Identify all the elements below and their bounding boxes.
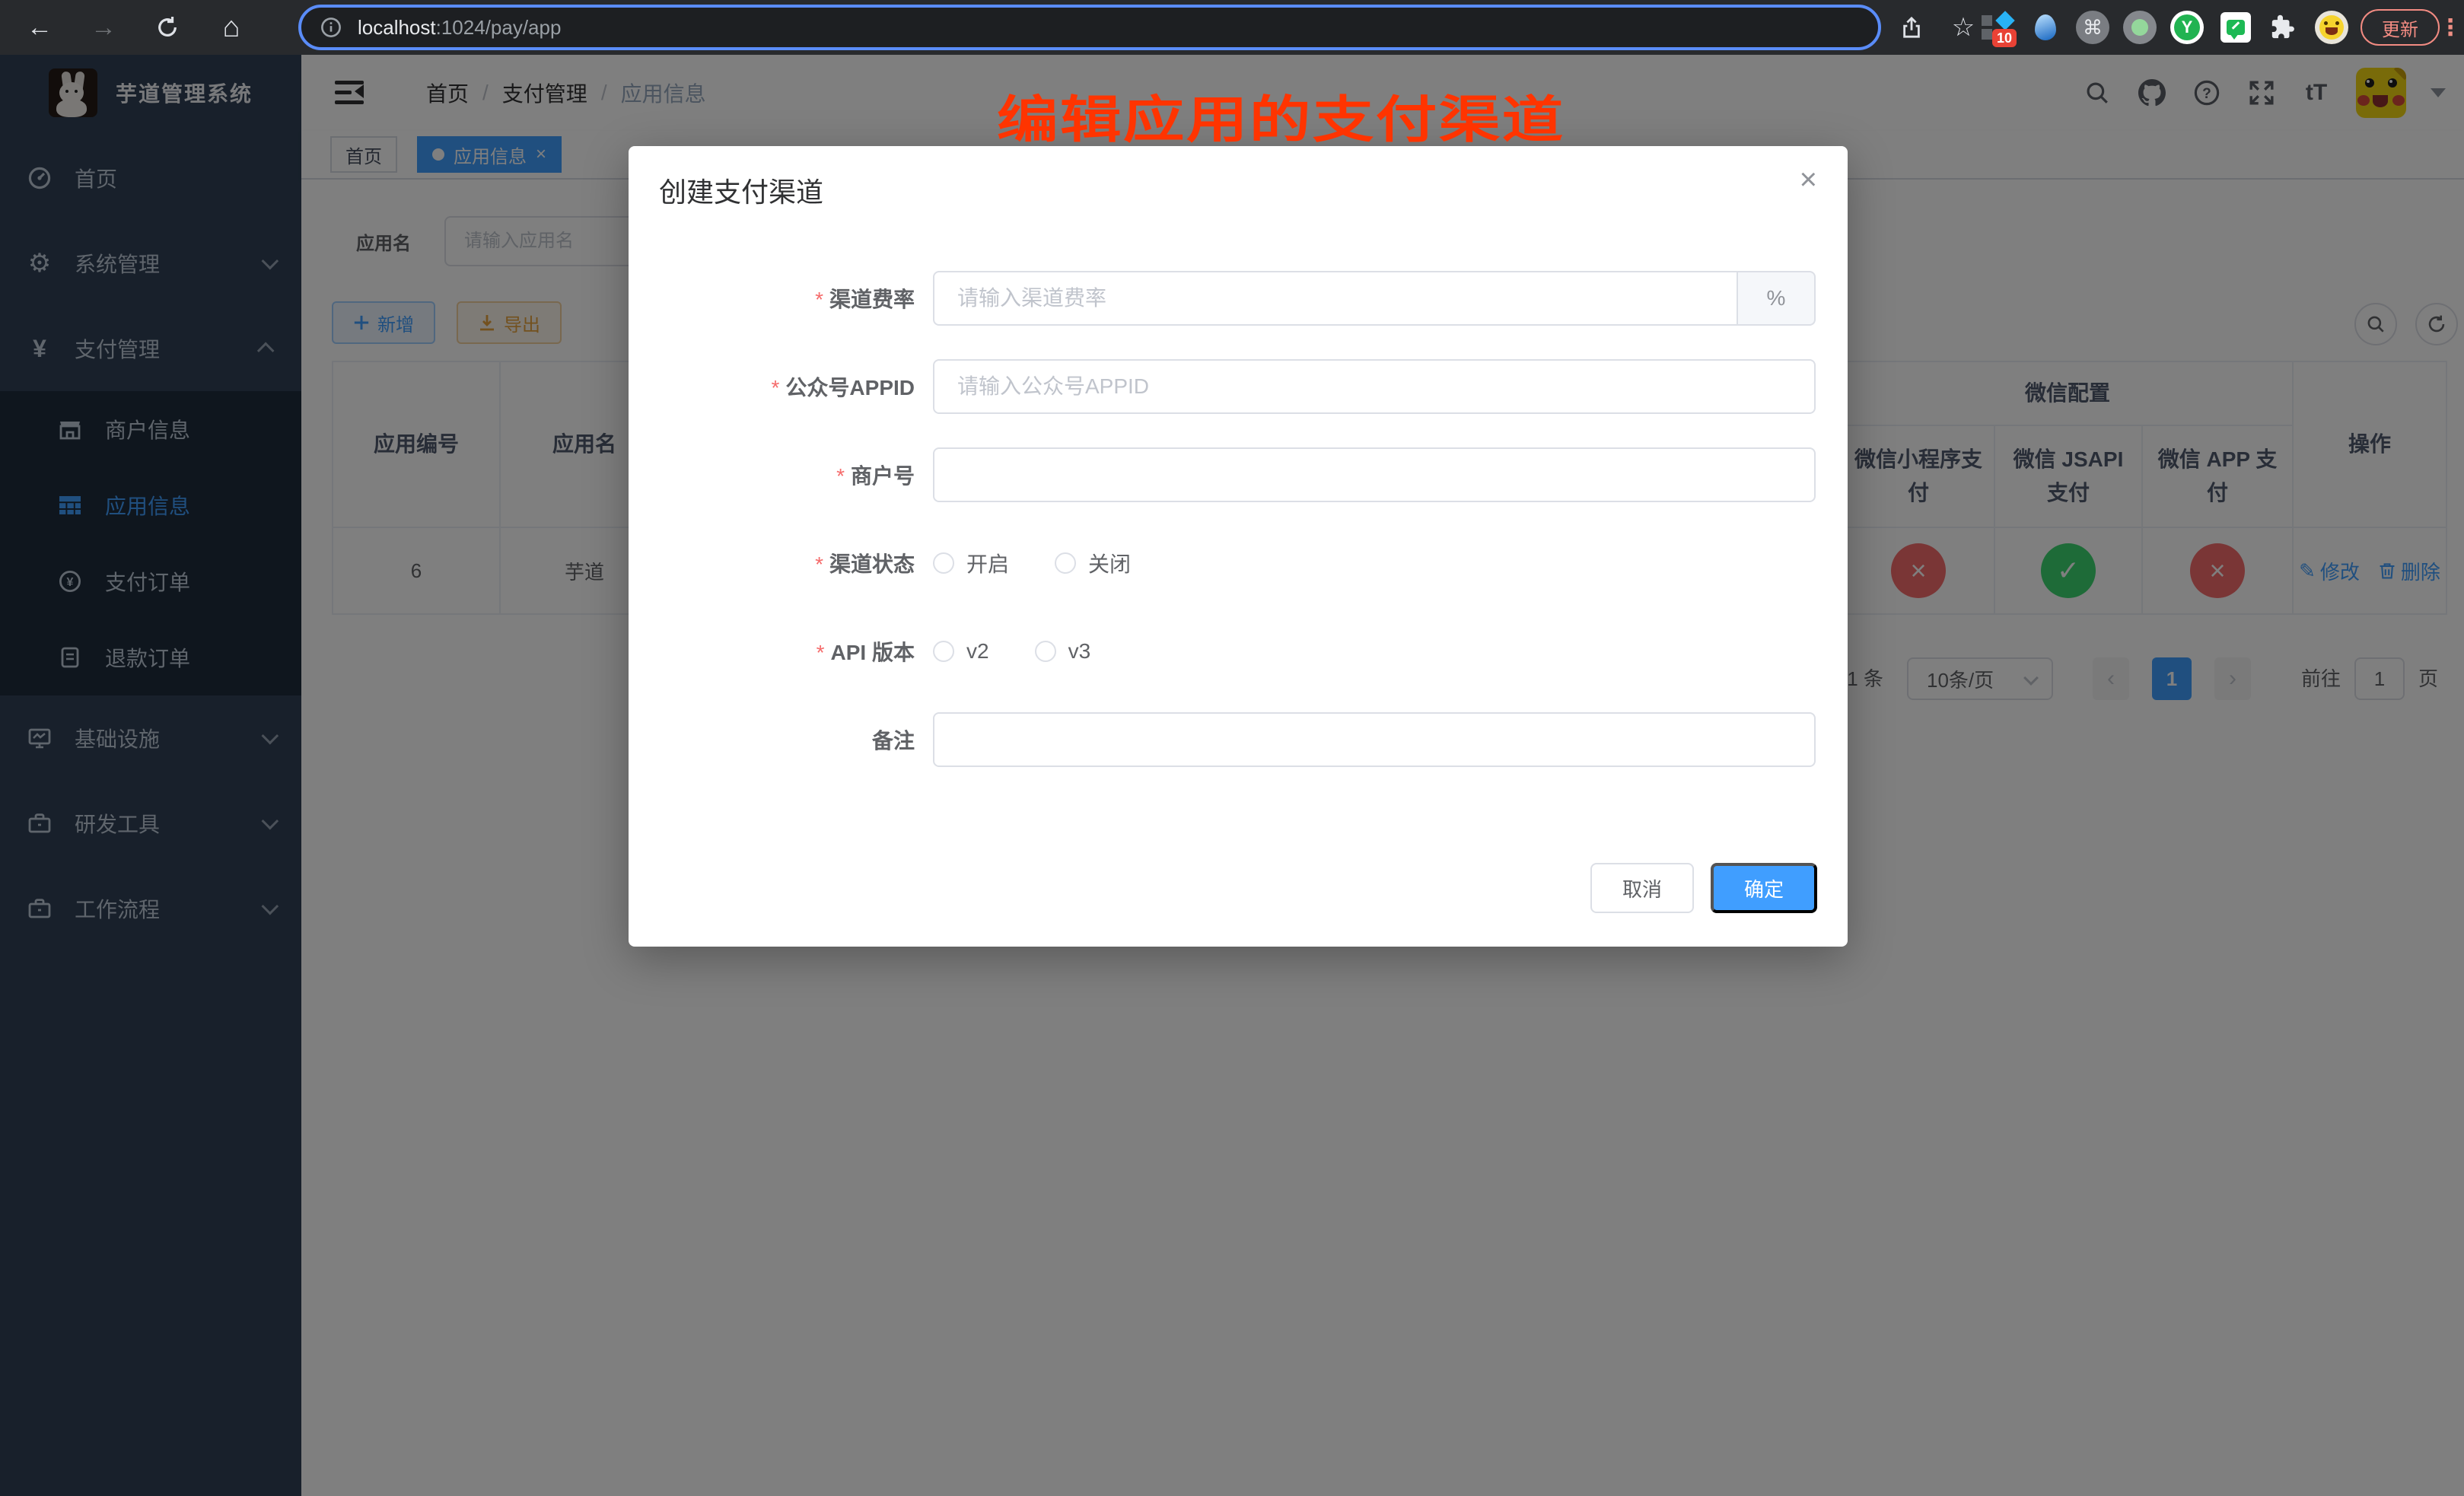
form-item-api-version: *API 版本 v2 v3 xyxy=(629,624,1816,679)
radio-circle-icon xyxy=(1055,552,1076,574)
api-v2-radio[interactable]: v2 xyxy=(933,639,989,664)
extension-chat-icon[interactable] xyxy=(2217,9,2254,46)
form-item-rate: *渠道费率 % xyxy=(629,271,1816,326)
radio-circle-icon xyxy=(1035,641,1056,662)
browser-reload-icon[interactable] xyxy=(149,9,186,46)
extension-y-icon[interactable]: Y xyxy=(2169,9,2205,46)
appid-label: 公众号APPID xyxy=(785,376,915,399)
radio-circle-icon xyxy=(933,552,954,574)
form-item-remark: 备注 xyxy=(629,712,1816,767)
form-item-appid: *公众号APPID xyxy=(629,359,1816,414)
rate-input[interactable] xyxy=(933,271,1738,326)
dialog-title: 创建支付渠道 xyxy=(659,170,823,210)
merchant-input[interactable] xyxy=(933,447,1816,502)
remark-label: 备注 xyxy=(872,729,915,753)
extension-grid-icon[interactable]: 10 xyxy=(1979,9,2015,46)
rate-suffix: % xyxy=(1738,271,1816,326)
extension-command-icon[interactable]: ⌘ xyxy=(2074,9,2111,46)
remark-input[interactable] xyxy=(933,712,1816,767)
extension-balloon-icon[interactable] xyxy=(2027,9,2064,46)
status-on-radio[interactable]: 开启 xyxy=(933,548,1009,578)
url-path: :1024/pay/app xyxy=(436,16,562,39)
rate-label: 渠道费率 xyxy=(829,288,915,311)
annotation-text: 编辑应用的支付渠道 xyxy=(997,79,1565,152)
browser-forward-icon[interactable]: → xyxy=(85,9,122,46)
profile-avatar-icon[interactable] xyxy=(2313,9,2350,46)
address-bar[interactable]: localhost:1024/pay/app xyxy=(298,5,1881,50)
radio-circle-icon xyxy=(933,641,954,662)
browser-update-button[interactable]: 更新 xyxy=(2361,9,2440,46)
status-label: 渠道状态 xyxy=(829,552,915,576)
url-host: localhost xyxy=(358,16,436,39)
site-info-icon[interactable] xyxy=(320,16,342,39)
extension-dot-icon[interactable] xyxy=(2122,9,2158,46)
status-off-radio[interactable]: 关闭 xyxy=(1055,548,1131,578)
api-version-label: API 版本 xyxy=(831,641,915,664)
share-icon[interactable] xyxy=(1893,9,1930,46)
dialog-close-icon[interactable]: × xyxy=(1800,164,1817,195)
dialog-footer: 取消 确定 xyxy=(1590,863,1817,913)
confirm-button[interactable]: 确定 xyxy=(1711,863,1817,913)
dialog-form: *渠道费率 % *公众号APPID *商户号 xyxy=(629,271,1816,801)
appid-input[interactable] xyxy=(933,359,1816,414)
extension-badge: 10 xyxy=(1992,29,2017,47)
screen: ← → ⌂ localhost:1024/pay/app ☆ 10 xyxy=(0,0,2464,1496)
extensions-puzzle-icon[interactable] xyxy=(2265,9,2301,46)
browser-back-icon[interactable]: ← xyxy=(21,9,58,46)
cancel-button[interactable]: 取消 xyxy=(1590,863,1694,913)
api-v3-radio[interactable]: v3 xyxy=(1035,639,1091,664)
browser-toolbar: ← → ⌂ localhost:1024/pay/app ☆ 10 xyxy=(0,0,2464,55)
form-item-merchant: *商户号 xyxy=(629,447,1816,502)
browser-menu-icon[interactable]: ⋮ xyxy=(2440,9,2461,46)
bookmark-star-icon[interactable]: ☆ xyxy=(1945,9,1982,46)
browser-home-icon[interactable]: ⌂ xyxy=(213,9,250,46)
merchant-label: 商户号 xyxy=(851,464,915,488)
form-item-status: *渠道状态 开启 关闭 xyxy=(629,536,1816,590)
create-channel-dialog: 创建支付渠道 × *渠道费率 % *公众号APPID *商户号 xyxy=(629,146,1848,947)
